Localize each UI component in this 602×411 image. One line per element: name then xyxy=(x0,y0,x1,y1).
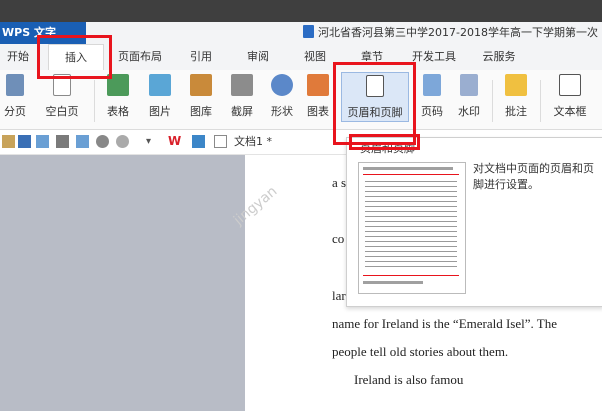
table-button[interactable]: 表格 xyxy=(100,72,136,122)
tooltip-description: 对文档中页面的页眉和页脚进行设置。 xyxy=(473,162,594,191)
comment-icon xyxy=(505,74,527,96)
doc-text-line: people tell old stories about them. xyxy=(332,344,509,359)
cloud-cube-icon[interactable] xyxy=(192,135,205,148)
chart-button[interactable]: 图表 xyxy=(302,72,334,122)
export-pdf-icon[interactable] xyxy=(36,135,49,148)
undo-icon[interactable] xyxy=(96,135,109,148)
blank-page-label: 空白页 xyxy=(45,105,79,118)
screenshot-label: 截屏 xyxy=(231,105,253,118)
ribbon-divider xyxy=(94,80,95,122)
tab-home[interactable]: 开始 xyxy=(0,44,36,70)
watermark-label: 水印 xyxy=(458,105,480,118)
gallery-label: 图库 xyxy=(190,105,212,118)
picture-icon xyxy=(149,74,171,96)
chart-icon xyxy=(307,74,329,96)
tab-cloud-service[interactable]: 云服务 xyxy=(474,44,524,70)
doc-text-line: lar xyxy=(332,288,346,303)
save-icon[interactable] xyxy=(18,135,31,148)
watermark-icon xyxy=(460,74,478,96)
insert-ribbon: 分页 空白页 表格 图片 图库 截屏 形状 图表 页眉和页脚 页码 水印 批注 … xyxy=(0,70,602,130)
document-file-icon xyxy=(303,25,314,38)
gallery-button[interactable]: 图库 xyxy=(182,72,220,122)
shapes-icon xyxy=(271,74,293,96)
window-top-bar xyxy=(0,0,602,22)
tab-view[interactable]: 视图 xyxy=(297,44,333,70)
comment-button[interactable]: 批注 xyxy=(498,72,534,122)
page-number-button[interactable]: 页码 xyxy=(412,72,452,122)
document-tab[interactable]: 文档1 * xyxy=(234,133,272,151)
page-break-button[interactable]: 分页 xyxy=(0,72,30,122)
insert-tab-highlight xyxy=(37,35,112,79)
page-number-label: 页码 xyxy=(421,105,443,118)
shapes-button[interactable]: 形状 xyxy=(264,72,300,122)
watermark-button[interactable]: 水印 xyxy=(452,72,486,122)
tab-references[interactable]: 引用 xyxy=(183,44,219,70)
customize-dropdown-icon[interactable]: ▾ xyxy=(146,135,159,148)
header-footer-tooltip: 页眉和页脚 对文档中页面的页眉和页脚进行设置。 xyxy=(346,137,602,307)
doc-text-line: Ireland is also famou xyxy=(354,372,464,387)
tab-review[interactable]: 审阅 xyxy=(240,44,276,70)
print-icon[interactable] xyxy=(56,135,69,148)
ribbon-divider xyxy=(540,80,541,122)
page-break-label: 分页 xyxy=(4,105,26,118)
redo-icon[interactable] xyxy=(116,135,129,148)
comment-label: 批注 xyxy=(505,105,527,118)
gallery-icon xyxy=(190,74,212,96)
doc-text-line: name for Ireland is the “Emerald Isel”. … xyxy=(332,316,557,331)
document-title-text: 河北省香河县第三中学2017-2018学年高一下学期第一次 xyxy=(318,26,598,39)
header-footer-highlight xyxy=(333,62,416,145)
doc-text-line: co xyxy=(332,231,345,246)
print-preview-icon[interactable] xyxy=(76,135,89,148)
ribbon-divider xyxy=(492,80,493,122)
doc-text-line: a s xyxy=(332,175,347,190)
text-box-icon xyxy=(559,74,581,96)
open-folder-icon[interactable] xyxy=(2,135,15,148)
tooltip-preview-image xyxy=(358,162,466,294)
document-tab-icon xyxy=(214,135,227,148)
page-number-icon xyxy=(423,74,441,96)
screenshot-button[interactable]: 截屏 xyxy=(224,72,260,122)
shapes-label: 形状 xyxy=(271,105,293,118)
document-title: 河北省香河县第三中学2017-2018学年高一下学期第一次 xyxy=(303,24,598,42)
scissors-icon xyxy=(231,74,253,96)
wps-logo-icon: W xyxy=(168,134,182,148)
text-box-label: 文本框 xyxy=(553,105,587,118)
blank-page-button[interactable]: 空白页 xyxy=(36,72,88,122)
page-break-icon xyxy=(6,74,24,96)
tab-page-layout[interactable]: 页面布局 xyxy=(112,44,168,70)
tooltip-title-highlight xyxy=(349,134,420,150)
chart-label: 图表 xyxy=(307,105,329,118)
table-label: 表格 xyxy=(107,105,129,118)
picture-button[interactable]: 图片 xyxy=(142,72,178,122)
text-box-button[interactable]: 文本框 xyxy=(544,72,596,122)
picture-label: 图片 xyxy=(149,105,171,118)
